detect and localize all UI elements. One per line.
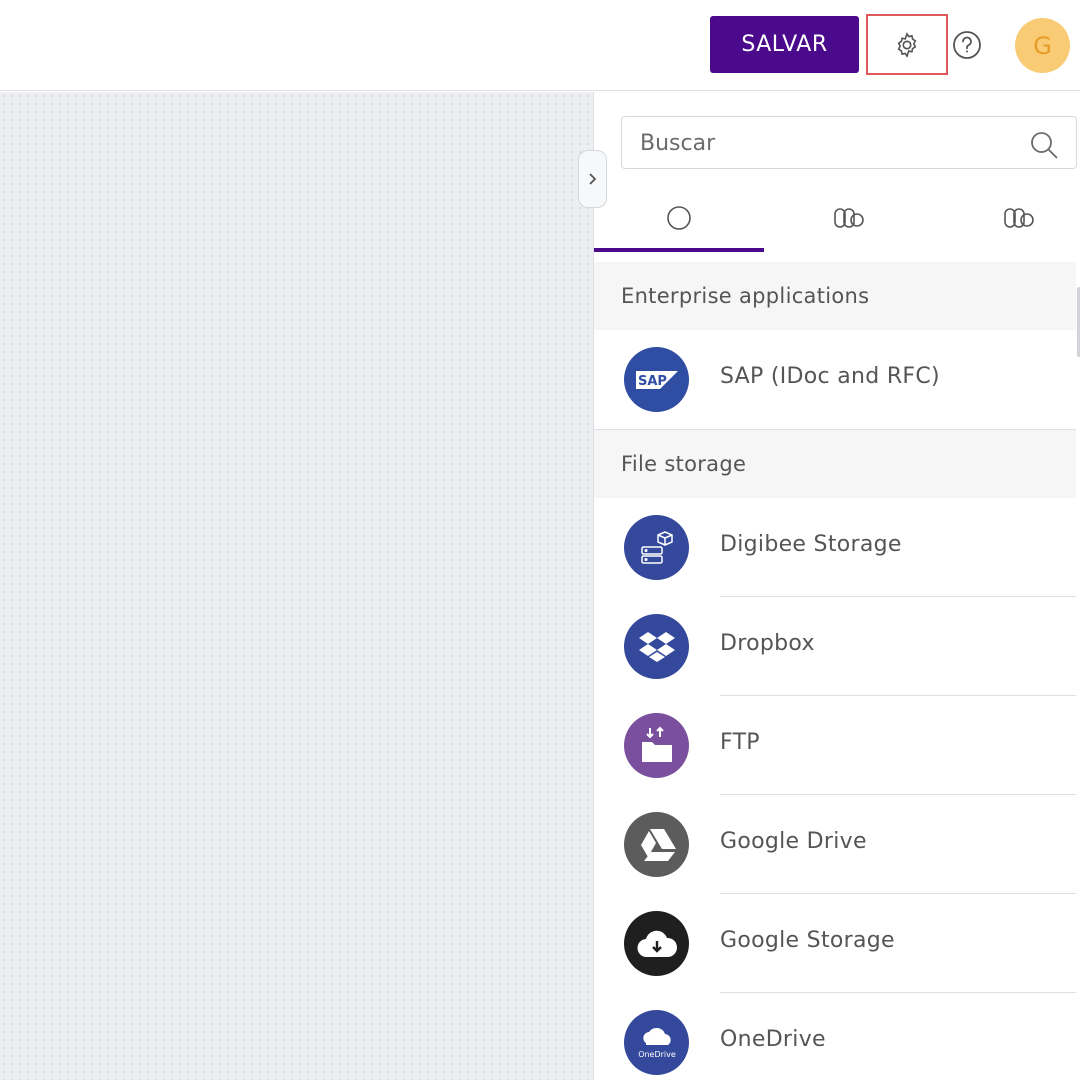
search-icon[interactable] [1029, 130, 1059, 160]
active-tab-indicator [594, 248, 764, 252]
list-item-digibee-storage[interactable]: Digibee Storage [594, 498, 1076, 597]
components-panel: Enterprise applications SAP SAP (IDoc an… [593, 92, 1080, 1080]
help-icon [953, 31, 981, 59]
help-button[interactable] [952, 30, 982, 60]
list-item-label: SAP (IDoc and RFC) [720, 364, 940, 389]
list-item-label: Google Drive [720, 829, 867, 854]
storage-icon [624, 515, 689, 580]
list-item-label: FTP [720, 730, 760, 755]
list-item-label: Dropbox [720, 631, 815, 656]
save-button[interactable]: SALVAR [710, 16, 859, 73]
settings-button[interactable] [866, 14, 948, 75]
components-alt-icon [1004, 208, 1034, 228]
components-icon [834, 208, 864, 228]
dropbox-icon [624, 614, 689, 679]
google-drive-icon [624, 812, 689, 877]
panel-tabs [594, 186, 1080, 256]
tab-components[interactable] [764, 186, 934, 250]
list-item-label: Digibee Storage [720, 532, 902, 557]
tab-capsules[interactable] [934, 186, 1080, 250]
user-avatar[interactable]: G [1015, 18, 1070, 73]
sap-logo-text: SAP [638, 374, 667, 389]
collapse-panel-button[interactable] [578, 150, 607, 208]
onedrive-logo-text: OneDrive [638, 1050, 676, 1059]
circle-icon [667, 206, 691, 230]
onedrive-icon: OneDrive [624, 1010, 689, 1075]
list-item-sap[interactable]: SAP SAP (IDoc and RFC) [594, 330, 1076, 429]
section-header-enterprise: Enterprise applications [594, 262, 1076, 330]
google-storage-icon [624, 911, 689, 976]
ftp-folder-icon [624, 713, 689, 778]
list-item-dropbox[interactable]: Dropbox [594, 597, 1076, 696]
section-header-file-storage: File storage [594, 430, 1076, 498]
list-item-ftp[interactable]: FTP [594, 696, 1076, 795]
search-input[interactable] [640, 127, 1020, 159]
list-item-label: OneDrive [720, 1027, 826, 1052]
pipeline-canvas[interactable] [0, 92, 593, 1080]
sap-logo-icon: SAP [624, 347, 689, 412]
top-bar: SALVAR G [0, 0, 1080, 91]
connector-list: Enterprise applications SAP SAP (IDoc an… [594, 262, 1076, 1080]
gear-icon [897, 31, 917, 58]
chevron-right-icon [588, 173, 596, 185]
list-item-google-drive[interactable]: Google Drive [594, 795, 1076, 894]
search-box [621, 116, 1077, 169]
list-item-label: Google Storage [720, 928, 895, 953]
tab-all[interactable] [594, 186, 764, 252]
list-item-google-storage[interactable]: Google Storage [594, 894, 1076, 993]
list-item-onedrive[interactable]: OneDrive OneDrive [594, 993, 1076, 1080]
